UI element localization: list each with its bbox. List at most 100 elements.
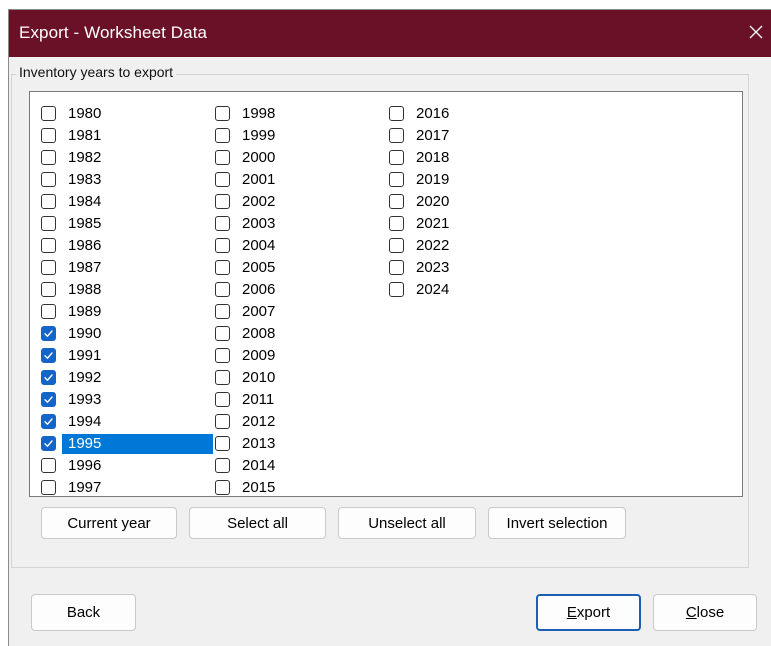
year-item-2019[interactable]: 2019: [387, 169, 559, 191]
year-item-2004[interactable]: 2004: [213, 235, 385, 257]
checkbox-unchecked[interactable]: [215, 260, 230, 275]
invert-selection-button[interactable]: Invert selection: [488, 507, 626, 539]
year-item-2001[interactable]: 2001: [213, 169, 385, 191]
checkbox-checked[interactable]: [41, 392, 56, 407]
year-item-2010[interactable]: 2010: [213, 367, 385, 389]
year-item-2000[interactable]: 2000: [213, 147, 385, 169]
year-item-1997[interactable]: 1997: [39, 477, 211, 496]
year-item-1987[interactable]: 1987: [39, 257, 211, 279]
year-item-2021[interactable]: 2021: [387, 213, 559, 235]
year-item-1983[interactable]: 1983: [39, 169, 211, 191]
unselect-all-button[interactable]: Unselect all: [338, 507, 476, 539]
year-item-2015[interactable]: 2015: [213, 477, 385, 496]
checkbox-unchecked[interactable]: [215, 480, 230, 495]
year-item-2005[interactable]: 2005: [213, 257, 385, 279]
checkbox-unchecked[interactable]: [215, 392, 230, 407]
year-item-1994[interactable]: 1994: [39, 411, 211, 433]
current-year-button[interactable]: Current year: [41, 507, 177, 539]
checkbox-unchecked[interactable]: [215, 238, 230, 253]
year-item-2013[interactable]: 2013: [213, 433, 385, 455]
checkbox-checked[interactable]: [41, 348, 56, 363]
checkbox-unchecked[interactable]: [215, 326, 230, 341]
year-item-2002[interactable]: 2002: [213, 191, 385, 213]
checkbox-unchecked[interactable]: [41, 238, 56, 253]
year-item-1982[interactable]: 1982: [39, 147, 211, 169]
year-item-2024[interactable]: 2024: [387, 279, 559, 301]
checkbox-unchecked[interactable]: [215, 194, 230, 209]
checkbox-unchecked[interactable]: [215, 414, 230, 429]
checkbox-unchecked[interactable]: [41, 150, 56, 165]
year-item-2008[interactable]: 2008: [213, 323, 385, 345]
checkbox-unchecked[interactable]: [389, 150, 404, 165]
checkbox-unchecked[interactable]: [389, 106, 404, 121]
year-item-1990[interactable]: 1990: [39, 323, 211, 345]
years-checklist[interactable]: 1980 1981 1982 1983 1984 1985 1986 1987 1988 1989…: [29, 91, 743, 497]
checkbox-unchecked[interactable]: [389, 172, 404, 187]
year-item-1989[interactable]: 1989: [39, 301, 211, 323]
checkbox-unchecked[interactable]: [41, 260, 56, 275]
year-item-1996[interactable]: 1996: [39, 455, 211, 477]
checkbox-unchecked[interactable]: [41, 128, 56, 143]
year-item-2017[interactable]: 2017: [387, 125, 559, 147]
checkbox-unchecked[interactable]: [215, 172, 230, 187]
checkbox-checked[interactable]: [41, 370, 56, 385]
year-item-2011[interactable]: 2011: [213, 389, 385, 411]
checkbox-unchecked[interactable]: [41, 106, 56, 121]
checkbox-unchecked[interactable]: [215, 304, 230, 319]
checkbox-checked[interactable]: [41, 436, 56, 451]
year-item-2006[interactable]: 2006: [213, 279, 385, 301]
checkbox-unchecked[interactable]: [215, 458, 230, 473]
checkbox-unchecked[interactable]: [41, 282, 56, 297]
checkbox-unchecked[interactable]: [215, 106, 230, 121]
year-item-2007[interactable]: 2007: [213, 301, 385, 323]
year-item-1988[interactable]: 1988: [39, 279, 211, 301]
year-item-1993[interactable]: 1993: [39, 389, 211, 411]
year-item-1986[interactable]: 1986: [39, 235, 211, 257]
year-item-2014[interactable]: 2014: [213, 455, 385, 477]
checkbox-unchecked[interactable]: [215, 128, 230, 143]
checkbox-unchecked[interactable]: [41, 172, 56, 187]
year-item-2003[interactable]: 2003: [213, 213, 385, 235]
year-item-2016[interactable]: 2016: [387, 103, 559, 125]
checkbox-unchecked[interactable]: [41, 194, 56, 209]
checkbox-unchecked[interactable]: [41, 304, 56, 319]
checkbox-unchecked[interactable]: [215, 370, 230, 385]
checkbox-unchecked[interactable]: [215, 348, 230, 363]
checkbox-unchecked[interactable]: [215, 150, 230, 165]
checkbox-unchecked[interactable]: [389, 260, 404, 275]
checkbox-unchecked[interactable]: [215, 216, 230, 231]
year-item-1984[interactable]: 1984: [39, 191, 211, 213]
back-button[interactable]: Back: [31, 594, 136, 631]
year-item-1981[interactable]: 1981: [39, 125, 211, 147]
year-label: 1983: [68, 171, 102, 188]
year-item-2022[interactable]: 2022: [387, 235, 559, 257]
checkbox-checked[interactable]: [41, 326, 56, 341]
year-item-2023[interactable]: 2023: [387, 257, 559, 279]
checkbox-unchecked[interactable]: [215, 436, 230, 451]
year-item-1992[interactable]: 1992: [39, 367, 211, 389]
year-item-1980[interactable]: 1980: [39, 103, 211, 125]
checkbox-unchecked[interactable]: [389, 216, 404, 231]
checkbox-unchecked[interactable]: [389, 282, 404, 297]
checkbox-unchecked[interactable]: [41, 480, 56, 495]
export-button[interactable]: Export: [536, 594, 641, 631]
year-item-1998[interactable]: 1998: [213, 103, 385, 125]
year-item-2018[interactable]: 2018: [387, 147, 559, 169]
year-item-1995[interactable]: 1995: [39, 433, 213, 455]
checkbox-checked[interactable]: [41, 414, 56, 429]
checkbox-unchecked[interactable]: [215, 282, 230, 297]
checkbox-unchecked[interactable]: [41, 216, 56, 231]
select-all-button[interactable]: Select all: [189, 507, 326, 539]
year-item-2009[interactable]: 2009: [213, 345, 385, 367]
year-item-1999[interactable]: 1999: [213, 125, 385, 147]
checkbox-unchecked[interactable]: [41, 458, 56, 473]
close-window-button[interactable]: [741, 10, 771, 57]
checkbox-unchecked[interactable]: [389, 128, 404, 143]
year-item-2012[interactable]: 2012: [213, 411, 385, 433]
checkbox-unchecked[interactable]: [389, 238, 404, 253]
checkbox-unchecked[interactable]: [389, 194, 404, 209]
close-button[interactable]: Close: [653, 594, 757, 631]
year-item-2020[interactable]: 2020: [387, 191, 559, 213]
year-item-1991[interactable]: 1991: [39, 345, 211, 367]
year-item-1985[interactable]: 1985: [39, 213, 211, 235]
